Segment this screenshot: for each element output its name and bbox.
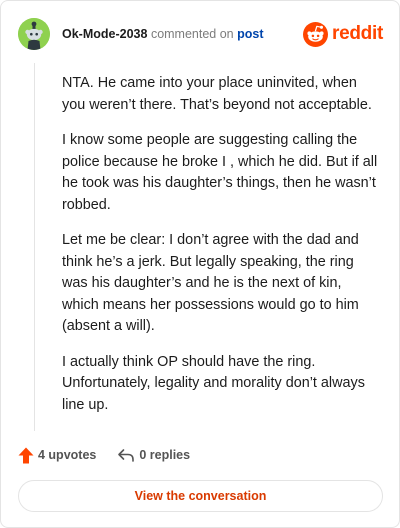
reply-button[interactable]: 0 replies <box>117 447 190 463</box>
commented-on-text: commented on <box>150 27 234 41</box>
comment-header: Ok-Mode-2038 commented on post reddit <box>18 18 383 50</box>
post-link[interactable]: post <box>237 27 263 41</box>
upvote-count: 4 upvotes <box>38 448 97 462</box>
comment-body: NTA. He came into your place uninvited, … <box>62 73 380 430</box>
comment-actions: 4 upvotes 0 replies <box>18 445 190 465</box>
brand-wordmark: reddit <box>332 23 383 44</box>
comment-embed-card: Ok-Mode-2038 commented on post reddit NT… <box>0 0 400 528</box>
snoo-avatar-icon <box>18 18 50 50</box>
comment-paragraph: NTA. He came into your place uninvited, … <box>62 75 372 113</box>
comment-paragraph: I actually think OP should have the ring… <box>62 353 365 413</box>
comment-paragraph: Let me be clear: I don’t agree with the … <box>62 232 359 334</box>
reddit-brand[interactable]: reddit <box>303 21 383 47</box>
reply-count: 0 replies <box>139 448 191 462</box>
author-name[interactable]: Ok-Mode-2038 <box>62 27 147 41</box>
thread-line <box>34 63 35 431</box>
reply-arrow-icon <box>118 449 135 462</box>
upvote-button[interactable]: 4 upvotes <box>18 447 96 464</box>
author-line: Ok-Mode-2038 commented on post <box>62 27 264 41</box>
avatar[interactable] <box>18 18 50 50</box>
reddit-logo-icon <box>303 21 329 47</box>
upvote-arrow-icon <box>18 447 34 463</box>
view-conversation-button[interactable]: View the conversation <box>18 480 383 512</box>
comment-paragraph: I know some people are suggesting callin… <box>62 132 378 213</box>
